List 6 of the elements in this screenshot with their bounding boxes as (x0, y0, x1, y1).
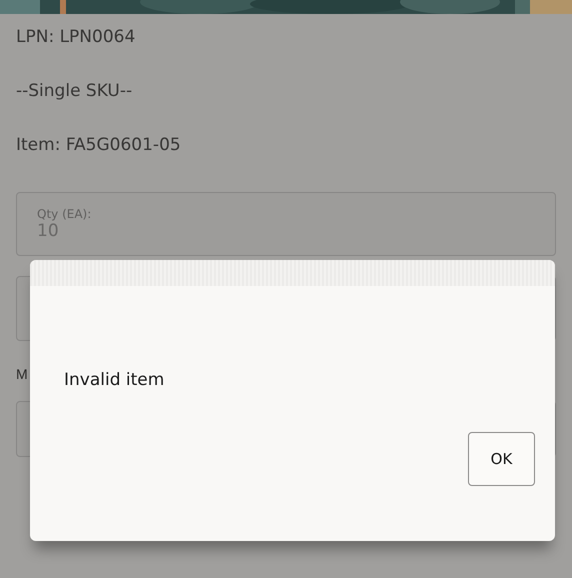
info-label: Item: FA5G0601-05 (16, 134, 182, 157)
ok-button[interactable]: OK (468, 432, 535, 486)
info-label: LPN: LPN0064 (16, 26, 136, 49)
info-label: --Single SKU-- (16, 80, 134, 103)
dialog-message: Invalid item (64, 370, 166, 390)
field-label: M (16, 365, 28, 384)
